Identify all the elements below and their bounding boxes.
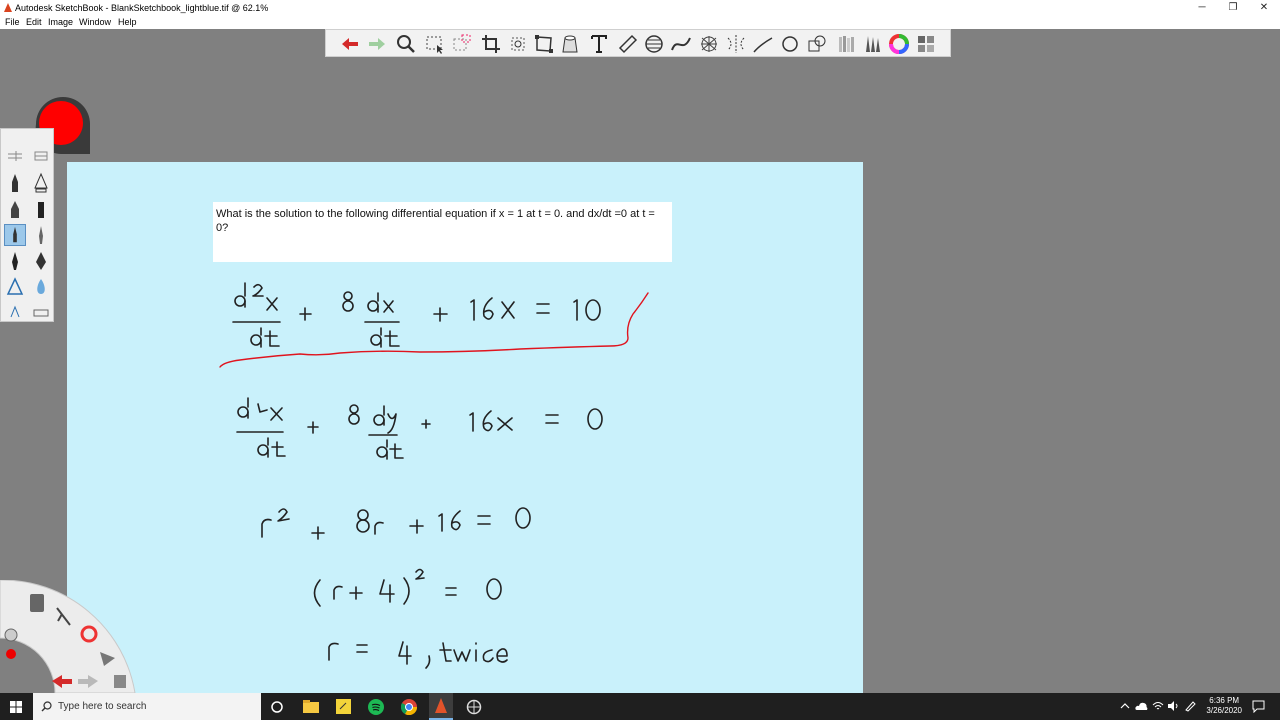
question-text: What is the solution to the following di… bbox=[216, 208, 655, 234]
ballpoint-pen-icon bbox=[13, 226, 17, 243]
text-icon[interactable] bbox=[587, 32, 611, 56]
file-explorer-icon[interactable] bbox=[303, 700, 319, 713]
blender-brush-icon[interactable] bbox=[30, 301, 52, 323]
minimize-button[interactable]: ─ bbox=[1186, 0, 1218, 16]
undo-icon[interactable] bbox=[338, 32, 362, 56]
chevron-up-icon[interactable] bbox=[1120, 702, 1130, 710]
close-button[interactable]: ✕ bbox=[1248, 0, 1280, 16]
lagoon-redo-button[interactable] bbox=[76, 672, 100, 690]
perspective-icon[interactable] bbox=[697, 32, 721, 56]
layers-icon[interactable] bbox=[914, 32, 938, 56]
palette-settings-icon[interactable] bbox=[4, 145, 26, 167]
main-toolbar bbox=[325, 29, 951, 57]
transform-icon[interactable] bbox=[506, 32, 530, 56]
eraser-brush-icon[interactable] bbox=[4, 276, 26, 298]
wifi-icon[interactable] bbox=[1152, 700, 1164, 712]
onedrive-icon[interactable] bbox=[1135, 701, 1148, 712]
taskbar-search-box[interactable]: Type here to search bbox=[33, 693, 261, 720]
clock-date: 3/26/2020 bbox=[1206, 706, 1242, 715]
smudge-brush-icon[interactable] bbox=[30, 276, 52, 298]
taskbar: Type here to search 6:36 PM 3/26/2020 bbox=[0, 693, 1280, 720]
question-box: What is the solution to the following di… bbox=[213, 202, 672, 262]
fill-icon[interactable] bbox=[559, 32, 583, 56]
windows-start-icon[interactable] bbox=[10, 701, 22, 713]
sketchbook-icon bbox=[435, 698, 447, 713]
window-title: Autodesk SketchBook - BlankSketchbook_li… bbox=[15, 3, 269, 13]
ruler-icon[interactable] bbox=[616, 32, 640, 56]
brush-library-icon[interactable] bbox=[860, 32, 884, 56]
menu-bar: File Edit Image Window Help bbox=[0, 16, 1280, 29]
search-icon bbox=[41, 701, 52, 712]
restore-button[interactable]: ❐ bbox=[1217, 0, 1249, 16]
calligraphy-pen-icon[interactable] bbox=[30, 250, 52, 272]
spotify-icon[interactable] bbox=[368, 699, 384, 715]
sketchbook-taskbar-button[interactable] bbox=[429, 693, 453, 720]
menu-file[interactable]: File bbox=[5, 17, 20, 27]
distort-icon[interactable] bbox=[532, 32, 556, 56]
title-bar: Autodesk SketchBook - BlankSketchbook_li… bbox=[0, 0, 1280, 16]
copic-library-icon[interactable] bbox=[834, 32, 858, 56]
sketchbook-app-icon bbox=[4, 3, 12, 12]
lagoon-color-icon[interactable] bbox=[80, 624, 100, 644]
volume-icon[interactable] bbox=[1167, 700, 1179, 712]
taskbar-clock[interactable]: 6:36 PM 3/26/2020 bbox=[1206, 696, 1242, 716]
brush-palette bbox=[0, 128, 54, 322]
sticky-notes-icon[interactable] bbox=[336, 699, 351, 714]
redo-icon[interactable] bbox=[365, 32, 389, 56]
color-wheel-icon[interactable] bbox=[887, 32, 911, 56]
menu-help[interactable]: Help bbox=[118, 17, 137, 27]
symmetry-icon[interactable] bbox=[724, 32, 748, 56]
lasso-select-icon[interactable] bbox=[450, 32, 474, 56]
circle-icon[interactable] bbox=[778, 32, 802, 56]
crop-icon[interactable] bbox=[479, 32, 503, 56]
pen-workspace-icon[interactable] bbox=[1184, 700, 1196, 712]
zoom-icon[interactable] bbox=[394, 32, 418, 56]
pencil-brush-icon[interactable] bbox=[4, 172, 26, 194]
french-curve-icon[interactable] bbox=[669, 32, 693, 56]
selected-brush[interactable] bbox=[4, 224, 26, 246]
menu-image[interactable]: Image bbox=[48, 17, 73, 27]
cortana-icon[interactable] bbox=[270, 700, 284, 714]
menu-window[interactable]: Window bbox=[79, 17, 111, 27]
notification-icon[interactable] bbox=[1252, 700, 1265, 713]
palette-grid-icon[interactable] bbox=[30, 145, 52, 167]
line-icon[interactable] bbox=[751, 32, 775, 56]
paintbrush-icon[interactable] bbox=[4, 250, 26, 272]
felt-pen-icon[interactable] bbox=[30, 198, 52, 220]
clock-time: 6:36 PM bbox=[1209, 696, 1240, 705]
app-icon[interactable] bbox=[466, 699, 482, 715]
ink-pen-icon[interactable] bbox=[30, 224, 52, 246]
select-icon[interactable] bbox=[423, 32, 447, 56]
chrome-icon[interactable] bbox=[401, 699, 417, 715]
lagoon-undo-button[interactable] bbox=[50, 672, 74, 690]
ellipse-guide-icon[interactable] bbox=[642, 32, 666, 56]
text-brush-icon[interactable] bbox=[4, 301, 26, 323]
airbrush-icon[interactable] bbox=[30, 172, 52, 194]
shape-icon[interactable] bbox=[805, 32, 829, 56]
search-placeholder: Type here to search bbox=[58, 701, 147, 712]
marker-brush-icon[interactable] bbox=[4, 198, 26, 220]
menu-edit[interactable]: Edit bbox=[26, 17, 42, 27]
